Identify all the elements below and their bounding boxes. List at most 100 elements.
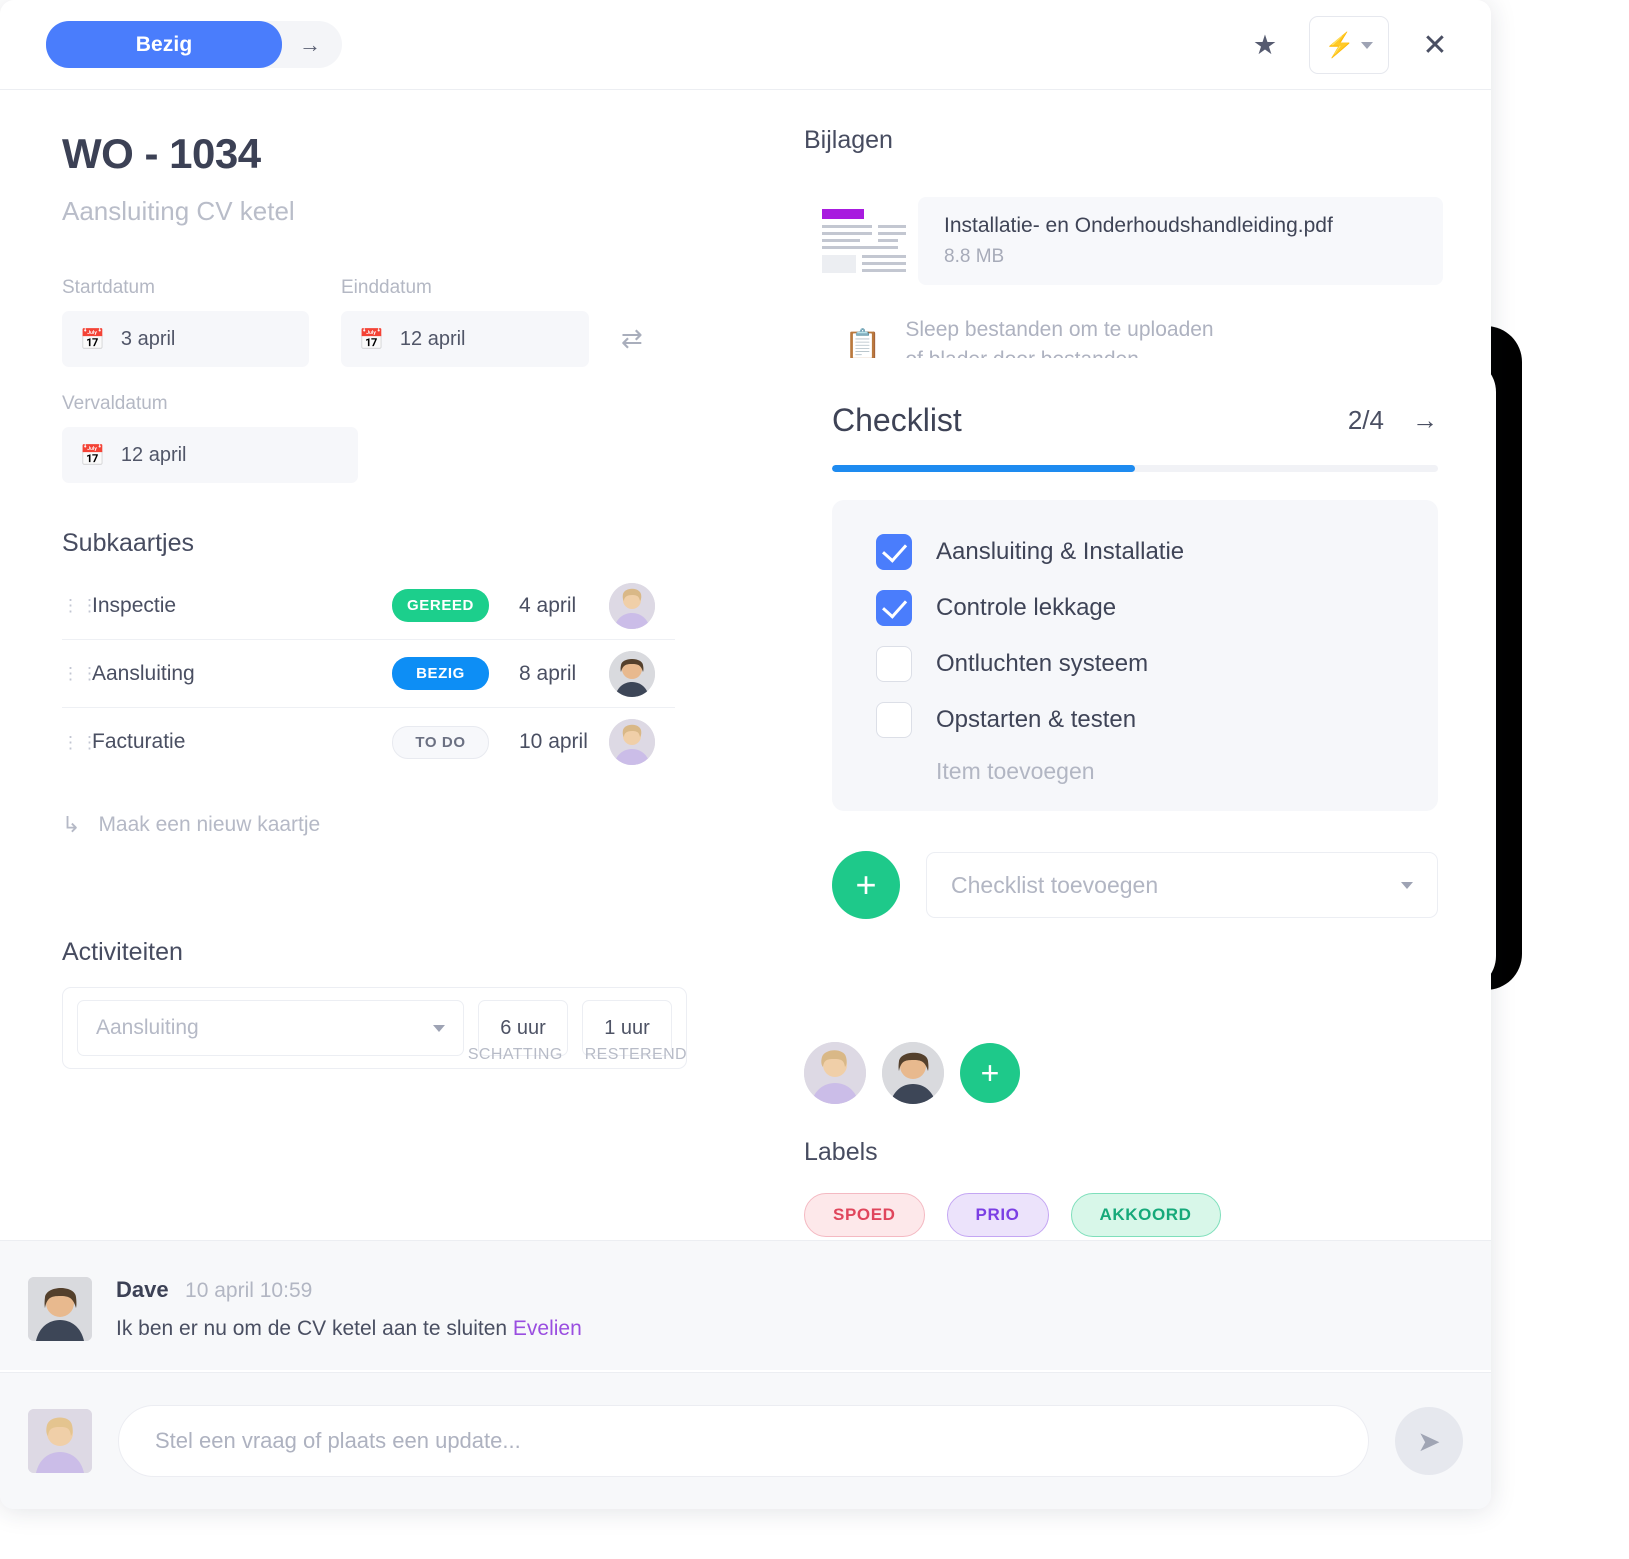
date-fields: Startdatum 📅 3 april Einddatum 📅 12 apri…	[62, 277, 790, 483]
chevron-down-icon	[1401, 881, 1413, 889]
checklist-items: Aansluiting & Installatie Controle lekka…	[832, 500, 1438, 811]
checklist-title: Checklist	[832, 402, 962, 438]
end-date-value: 12 april	[399, 327, 466, 350]
calendar-icon: 📅	[80, 328, 105, 351]
checklist-item-label: Aansluiting & Installatie	[936, 538, 1185, 565]
lightning-bolt-icon: ⚡	[1324, 31, 1355, 59]
checklist-item-label: Controle lekkage	[936, 594, 1117, 621]
status-chip[interactable]: Bezig	[46, 21, 282, 68]
arrow-right-icon[interactable]: →	[1412, 405, 1438, 436]
subcards-section: Subkaartjes ⋮⋮ Inspectie GEREED 4 april	[62, 529, 790, 838]
checklist-footer: + Checklist toevoegen	[832, 851, 1438, 919]
send-icon[interactable]: ➤	[1395, 1407, 1463, 1475]
attachment-item[interactable]: Installatie- en Onderhoudshandleiding.pd…	[804, 197, 1491, 285]
checklist-progress-bar	[832, 465, 1438, 472]
add-checklist-button[interactable]: +	[832, 851, 900, 919]
drag-handle-icon[interactable]: ⋮⋮	[62, 734, 98, 751]
subcard-date: 4 april	[519, 593, 577, 617]
comment-timestamp: 10 april 10:59	[185, 1279, 313, 1302]
left-column: WO - 1034 Aansluiting CV ketel Startdatu…	[0, 90, 790, 1238]
start-date-label: Startdatum	[62, 277, 155, 298]
list-item[interactable]: Ontluchten systeem	[876, 646, 1394, 682]
automation-button[interactable]: ⚡	[1309, 16, 1389, 74]
page-title: WO - 1034	[62, 130, 261, 177]
subcard-name: Aansluiting	[92, 661, 195, 685]
checkbox[interactable]	[876, 702, 912, 738]
avatar[interactable]	[804, 1042, 866, 1104]
close-icon[interactable]: ✕	[1413, 19, 1457, 71]
status-badge[interactable]: BEZIG	[392, 657, 489, 690]
label-pill[interactable]: SPOED	[804, 1193, 925, 1237]
label-pill[interactable]: AKKOORD	[1070, 1193, 1221, 1237]
status-badge[interactable]: TO DO	[392, 725, 489, 759]
document-thumbnail-icon	[818, 205, 910, 277]
avatar[interactable]	[609, 582, 655, 629]
corner-arrow-icon: ↳	[62, 812, 81, 837]
comment-input[interactable]: Stel een vraag of plaats een update...	[118, 1405, 1369, 1477]
status-stepper[interactable]: Bezig →	[46, 21, 342, 68]
list-item[interactable]: Opstarten & testen	[876, 702, 1394, 738]
label-pill[interactable]: PRIO	[946, 1193, 1049, 1237]
comment-author: Dave	[116, 1277, 169, 1302]
add-member-button[interactable]: +	[960, 1043, 1020, 1103]
comment-composer: Stel een vraag of plaats een update... ➤	[0, 1372, 1491, 1509]
avatar[interactable]	[609, 719, 655, 765]
status-badge[interactable]: GEREED	[392, 589, 489, 622]
activity-select[interactable]: Aansluiting	[77, 1000, 464, 1056]
remaining-column-label: RESTEREND	[584, 1046, 687, 1063]
arrow-right-icon[interactable]: →	[282, 21, 338, 68]
table-row[interactable]: ⋮⋮ Facturatie TO DO 10 april	[62, 708, 675, 776]
checklist-header: Checklist 2/4 →	[832, 402, 1438, 439]
avatar[interactable]	[28, 1409, 92, 1473]
create-new-card-label: Maak een nieuw kaartje	[98, 813, 321, 836]
checklist-item-label: Ontluchten systeem	[936, 650, 1149, 677]
add-checklist-select[interactable]: Checklist toevoegen	[926, 852, 1438, 918]
due-date-input[interactable]: 📅 12 april	[62, 427, 358, 483]
estimate-column-label: SCHATTING	[467, 1046, 563, 1063]
attachment-details[interactable]: Installatie- en Onderhoudshandleiding.pd…	[918, 197, 1443, 285]
table-row[interactable]: ⋮⋮ Inspectie GEREED 4 april	[62, 572, 675, 640]
drag-handle-icon[interactable]: ⋮⋮	[62, 665, 98, 682]
avatar[interactable]	[882, 1042, 944, 1104]
comment-thread: Dave 10 april 10:59 Ik ben er nu om de C…	[0, 1240, 1491, 1370]
comment-text: Ik ben er nu om de CV ketel aan te sluit…	[116, 1317, 582, 1341]
add-item-input[interactable]: Item toevoegen	[876, 758, 1394, 785]
avatar[interactable]	[609, 650, 655, 697]
file-drop-line-1: Sleep bestanden om te uploaden	[905, 318, 1214, 341]
checklist-panel: Checklist 2/4 → Aansluiting & Installati…	[774, 358, 1496, 990]
list-item[interactable]: Controle lekkage	[876, 590, 1394, 626]
attachment-file-size: 8.8 MB	[944, 246, 1005, 267]
page-subtitle: Aansluiting CV ketel	[62, 196, 295, 226]
calendar-icon: 📅	[359, 328, 384, 351]
activities-section: Activiteiten SCHATTING RESTEREND Aanslui…	[62, 938, 687, 1069]
end-date-input[interactable]: 📅 12 april	[341, 311, 589, 367]
comment-meta: Dave 10 april 10:59	[116, 1277, 582, 1303]
end-date-label: Einddatum	[341, 277, 432, 298]
list-item[interactable]: Aansluiting & Installatie	[876, 534, 1394, 570]
activities-header: Activiteiten SCHATTING RESTEREND	[62, 938, 687, 1063]
date-row-primary: Startdatum 📅 3 april Einddatum 📅 12 apri…	[62, 277, 790, 367]
checklist-progress-fill	[832, 465, 1135, 472]
star-icon[interactable]: ★	[1245, 19, 1285, 71]
table-row[interactable]: ⋮⋮ Aansluiting BEZIG 8 april	[62, 640, 675, 708]
checkbox[interactable]	[876, 646, 912, 682]
start-date-input[interactable]: 📅 3 april	[62, 311, 309, 367]
create-new-card-link[interactable]: ↳ Maak een nieuw kaartje	[62, 812, 790, 838]
checklist-item-label: Opstarten & testen	[936, 706, 1137, 733]
checkbox[interactable]	[876, 534, 912, 570]
activities-title: Activiteiten	[62, 938, 183, 966]
swap-icon[interactable]: ⇄	[621, 323, 643, 354]
drag-handle-icon[interactable]: ⋮⋮	[62, 597, 98, 614]
start-date-field: Startdatum 📅 3 april	[62, 277, 309, 367]
subcard-date: 8 april	[519, 661, 577, 685]
toolbar-actions: ★ ⚡ ✕	[1245, 16, 1457, 74]
comment-mention[interactable]: Evelien	[513, 1317, 582, 1340]
checklist-count: 2/4	[1347, 405, 1384, 435]
subcard-name: Facturatie	[92, 730, 186, 753]
avatar[interactable]	[28, 1277, 92, 1341]
checkbox[interactable]	[876, 590, 912, 626]
checklist-progress-info: 2/4 →	[1348, 405, 1438, 436]
chevron-down-icon	[433, 1024, 445, 1032]
chevron-down-icon	[1361, 41, 1374, 49]
calendar-icon: 📅	[80, 444, 105, 467]
